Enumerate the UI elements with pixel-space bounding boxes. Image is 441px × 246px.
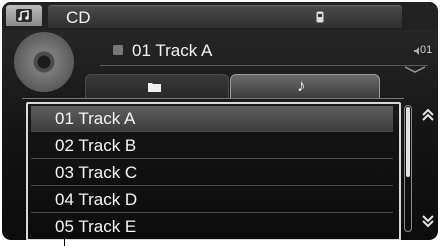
audio-screen: CD 01 Track A 01 ♪ 01 Track A 02 Track B [2,2,438,240]
disc-icon [14,32,74,92]
volume-indicator: 01 [420,44,433,56]
scrollbar[interactable] [404,105,412,232]
music-tab[interactable] [6,5,42,26]
double-chevron-up-icon[interactable] [421,108,435,122]
folder-icon [148,83,161,92]
tab-divider [22,98,404,99]
track-label: 02 Track B [55,136,137,155]
callout-line [64,237,65,246]
scrollbar-thumb[interactable] [406,107,410,177]
track-label: 04 Track D [55,190,138,209]
track-indicator-icon [113,45,123,55]
source-tab[interactable]: CD [48,5,402,28]
usb-icon [316,11,324,23]
tab-folder[interactable] [85,74,229,99]
track-list: 01 Track A 02 Track B 03 Track C 04 Trac… [26,102,401,240]
music-note-icon [16,9,32,22]
top-tab-bar: CD [2,2,438,30]
tab-music[interactable]: ♪ [230,74,380,99]
chevron-down-icon[interactable] [404,66,426,74]
track-label: 01 Track A [55,109,136,128]
track-row-2[interactable]: 02 Track B [31,133,393,159]
track-label: 03 Track C [55,163,138,182]
track-label: 05 Track E [55,217,137,236]
eighth-note-icon: ♪ [297,76,306,95]
track-row-5[interactable]: 05 Track E [31,214,393,239]
now-playing-title: 01 Track A [132,41,213,60]
divider [100,65,428,66]
double-chevron-down-icon[interactable] [421,214,435,228]
track-row-4[interactable]: 04 Track D [31,187,393,213]
track-row-3[interactable]: 03 Track C [31,160,393,186]
source-label: CD [66,8,91,27]
track-row-1[interactable]: 01 Track A [31,106,393,132]
